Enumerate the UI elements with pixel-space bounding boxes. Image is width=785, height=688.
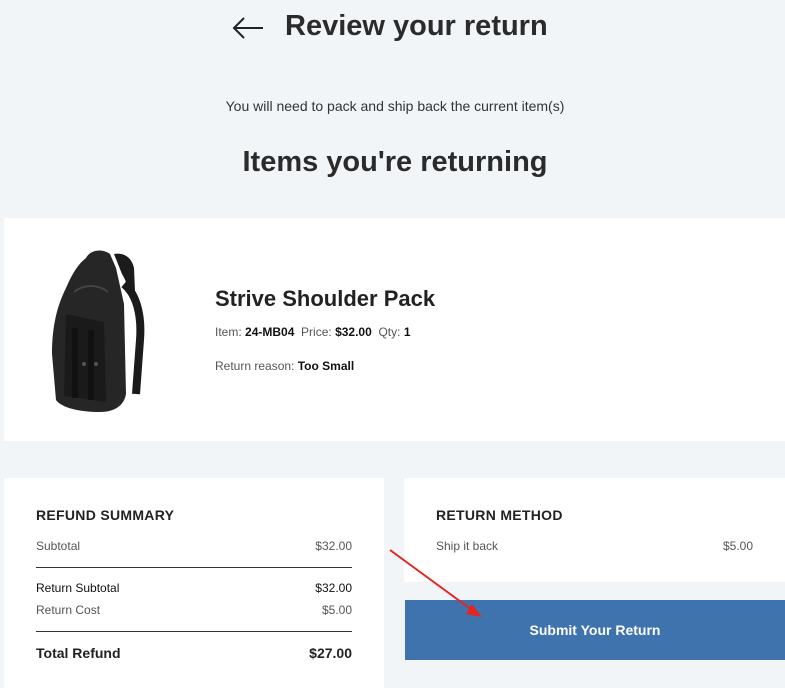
backpack-image <box>52 250 145 412</box>
ship-method-row: Ship it back $5.00 <box>436 539 753 553</box>
item-qty: 1 <box>403 325 411 339</box>
return-review-page: Review your return You will need to pack… <box>0 0 785 688</box>
refund-summary-heading: REFUND SUMMARY <box>36 507 175 523</box>
return-method-card: RETURN METHOD Ship it back $5.00 <box>404 478 785 582</box>
subtotal-label: Subtotal <box>36 539 81 553</box>
product-meta: Item: 24-MB04 Price: $32.00 Qty: 1 <box>215 325 411 339</box>
instructions-text: You will need to pack and ship back the … <box>225 98 565 114</box>
arrow-left-icon[interactable] <box>231 14 265 42</box>
return-cost-value: $5.00 <box>321 603 352 617</box>
return-subtotal-label: Return Subtotal <box>36 581 120 595</box>
return-subtotal-value: $32.00 <box>315 581 352 595</box>
return-cost-row: Return Cost $5.00 <box>36 603 352 617</box>
return-subtotal-row: Return Subtotal $32.00 <box>36 581 352 595</box>
item-price: $32.00 <box>335 325 372 339</box>
page-title: Review your return <box>285 10 548 42</box>
total-refund-label: Total Refund <box>36 645 121 661</box>
reason-label: Return reason: <box>215 359 295 373</box>
subtotal-value: $32.00 <box>315 539 352 553</box>
section-title: Items you're returning <box>242 146 548 178</box>
divider <box>36 631 352 632</box>
price-label: Price: <box>301 325 332 339</box>
return-cost-label: Return Cost <box>36 603 101 617</box>
item-label: Item: <box>215 325 242 339</box>
refund-summary-card: REFUND SUMMARY Subtotal $32.00 Return Su… <box>4 478 384 688</box>
divider <box>36 567 352 568</box>
item-sku: 24-MB04 <box>245 325 295 339</box>
total-refund-value: $27.00 <box>309 645 352 661</box>
return-method-heading: RETURN METHOD <box>436 507 563 523</box>
submit-return-button[interactable]: Submit Your Return <box>405 600 785 660</box>
header: Review your return <box>0 8 785 48</box>
return-item-card: Strive Shoulder Pack Item: 24-MB04 Price… <box>4 218 785 441</box>
reason-value: Too Small <box>297 359 355 373</box>
return-reason: Return reason: Too Small <box>215 359 354 373</box>
subtotal-row: Subtotal $32.00 <box>36 539 352 553</box>
ship-method-value: $5.00 <box>722 539 753 553</box>
product-name: Strive Shoulder Pack <box>215 286 436 311</box>
ship-method-label: Ship it back <box>436 539 499 553</box>
qty-label: Qty: <box>378 325 401 339</box>
total-refund-row: Total Refund $27.00 <box>36 645 352 661</box>
